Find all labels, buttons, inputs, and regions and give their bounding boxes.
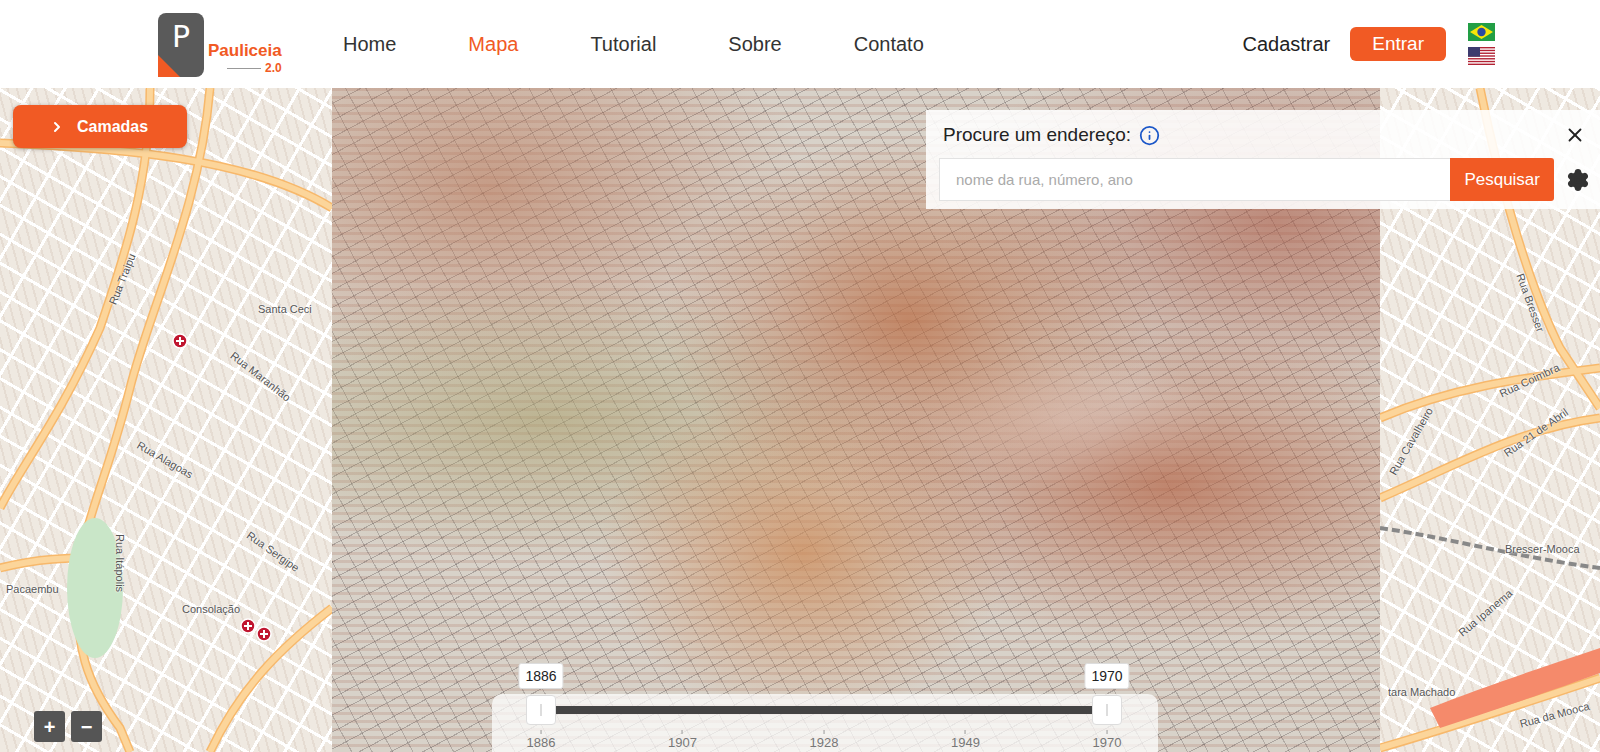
slider-to-value: 1970	[1084, 663, 1129, 689]
nav-item[interactable]: Sobre	[728, 33, 781, 56]
map-label: Rua 21 de Abril	[1502, 406, 1570, 459]
map-label: Consolação	[182, 603, 240, 615]
zoom-in-button[interactable]: +	[34, 711, 65, 742]
nav-item[interactable]: Contato	[854, 33, 924, 56]
main-nav: Home Mapa Tutorial Sobre Contato	[343, 33, 924, 56]
map-label: Rua Traipu	[106, 252, 137, 306]
close-button[interactable]	[1560, 124, 1590, 146]
hospital-pin-icon[interactable]	[240, 618, 256, 634]
map-label: Rua Sergipe	[245, 529, 302, 574]
logo[interactable]: PPauliceia2.0	[158, 11, 290, 77]
nav-item[interactable]: Tutorial	[590, 33, 656, 56]
hospital-pin-icon[interactable]	[172, 333, 188, 349]
gear-icon	[1566, 168, 1590, 192]
map-label: Bresser-Mooca	[1505, 543, 1580, 555]
info-icon[interactable]	[1139, 125, 1160, 146]
map[interactable]: Rua Traipu Santa Ceci Rua Maranhão Rua Alag…	[0, 88, 1600, 752]
usa-flag-icon[interactable]	[1468, 47, 1495, 65]
map-label: Rua Alagoas	[135, 439, 195, 481]
map-label: Rua Maranhão	[228, 349, 293, 403]
nav-item[interactable]: Home	[343, 33, 396, 56]
search-panel: Procure um endereço: Pesquisar	[926, 110, 1600, 209]
login-button[interactable]: Entrar	[1350, 27, 1446, 61]
map-label: tara Machado	[1388, 686, 1455, 698]
chevron-right-icon	[49, 119, 65, 135]
slider-to-thumb[interactable]	[1092, 695, 1122, 725]
header: PPauliceia2.0 Home Mapa Tutorial Sobre Contat…	[0, 0, 1600, 88]
slider-from-value: 1886	[518, 663, 563, 689]
slider-tick: 1886	[527, 730, 556, 750]
logo-version: 2.0	[227, 61, 282, 75]
slider-tick: 1949	[951, 730, 980, 750]
search-button[interactable]: Pesquisar	[1450, 158, 1554, 201]
zoom-out-button[interactable]: −	[71, 711, 102, 742]
slider-tick: 1928	[810, 730, 839, 750]
logo-mark: P	[158, 13, 204, 77]
layers-button[interactable]: Camadas	[13, 105, 187, 148]
slider-track[interactable]	[541, 706, 1107, 714]
map-label: Santa Ceci	[258, 303, 312, 315]
page: PPauliceia2.0 Home Mapa Tutorial Sobre Contat…	[0, 0, 1600, 752]
search-input[interactable]	[939, 158, 1450, 201]
signup-link[interactable]: Cadastrar	[1242, 33, 1330, 56]
settings-button[interactable]	[1554, 168, 1590, 192]
slider-from-thumb[interactable]	[526, 695, 556, 725]
search-title: Procure um endereço:	[943, 124, 1131, 146]
nav-item[interactable]: Mapa	[468, 33, 518, 56]
timeline-slider: 1886197018861907192819491970	[492, 694, 1158, 752]
zoom-controls: +−	[34, 711, 102, 742]
brazil-flag-icon[interactable]	[1468, 23, 1495, 41]
logo-name: Pauliceia	[208, 41, 282, 61]
close-icon	[1564, 124, 1586, 146]
map-label: Rua Itápolis	[114, 534, 126, 592]
slider-tick: 1907	[668, 730, 697, 750]
map-label: Pacaembu	[6, 583, 59, 595]
hospital-pin-icon[interactable]	[256, 626, 272, 642]
language-switcher	[1468, 23, 1495, 65]
map-label: Rua Ipanema	[1456, 587, 1514, 639]
slider-tick: 1970	[1093, 730, 1122, 750]
